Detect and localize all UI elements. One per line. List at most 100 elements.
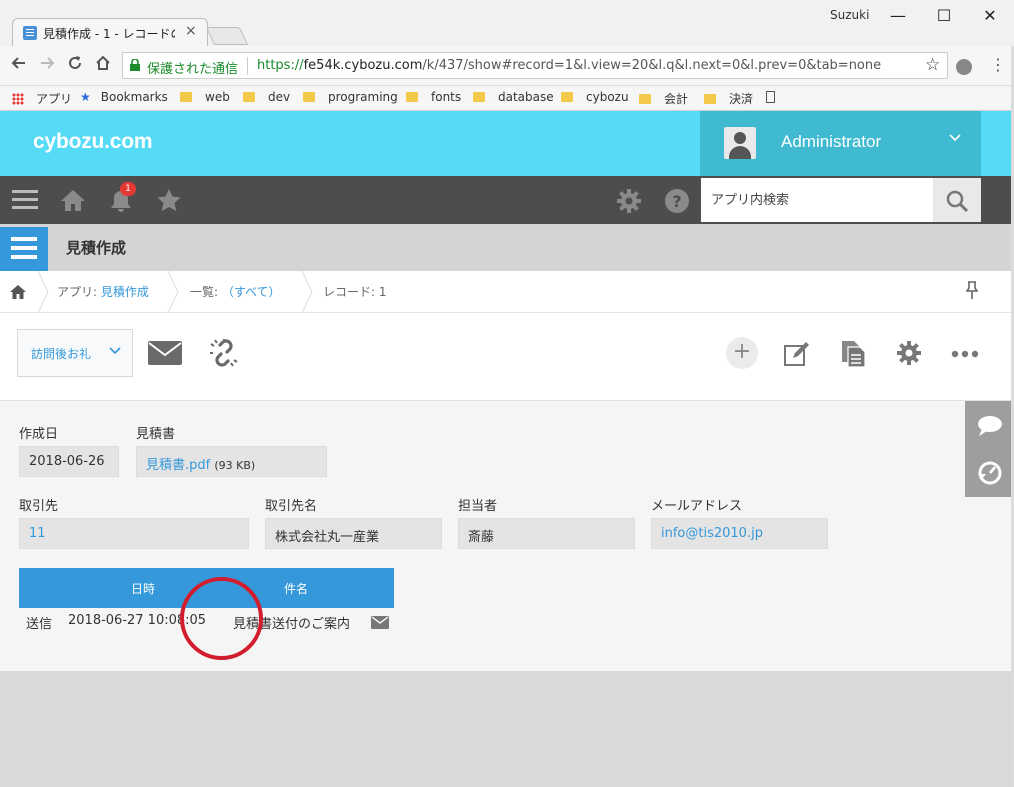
folder-icon bbox=[704, 94, 716, 104]
side-panel-buttons bbox=[965, 401, 1014, 497]
quote-file-size: (93 KB) bbox=[214, 459, 256, 472]
browser-profile-name[interactable]: Suzuki bbox=[830, 8, 869, 22]
url-text: https://fe54k.cybozu.com/k/437/show#reco… bbox=[257, 58, 881, 73]
app-list-icon[interactable] bbox=[0, 227, 48, 271]
svg-text:?: ? bbox=[672, 192, 681, 211]
folder-icon bbox=[180, 92, 192, 102]
person-label: 担当者 bbox=[458, 499, 498, 514]
avatar bbox=[724, 127, 756, 159]
mail-icon[interactable] bbox=[371, 616, 389, 633]
address-divider bbox=[247, 57, 248, 75]
bookmark-fonts[interactable]: fonts bbox=[406, 90, 461, 104]
secure-connection-label: 保護された通信 bbox=[147, 62, 239, 77]
bookmark-bookmarks[interactable]: ★ Bookmarks bbox=[80, 90, 168, 104]
forward-icon[interactable] bbox=[36, 54, 58, 76]
maximize-button[interactable]: ☐ bbox=[924, 4, 964, 28]
app-title[interactable]: 見積作成 bbox=[66, 237, 126, 258]
breadcrumb: アプリ: 見積作成 一覧: （すべて） レコード: 1 bbox=[0, 271, 1014, 313]
template-select-value: 訪問後お礼 bbox=[31, 347, 92, 361]
bookmark-programing[interactable]: programing bbox=[303, 90, 398, 104]
pin-icon[interactable] bbox=[965, 281, 979, 303]
unlink-icon[interactable] bbox=[208, 337, 240, 373]
folder-icon bbox=[303, 92, 315, 102]
client-field: 11 bbox=[19, 518, 249, 549]
folder-icon bbox=[243, 92, 255, 102]
extension-icon[interactable] bbox=[956, 59, 972, 75]
url-path: /k/437/show#record=1&l.view=20&l.q&l.nex… bbox=[422, 58, 882, 73]
page-icon bbox=[766, 91, 775, 103]
quote-file-link[interactable]: 見積書.pdf bbox=[146, 458, 210, 473]
column-header-datetime: 日時 bbox=[131, 582, 156, 596]
mail-icon[interactable] bbox=[148, 341, 182, 369]
menu-icon[interactable] bbox=[12, 190, 38, 210]
bookmarks-bar: アプリ ★ Bookmarks web dev programing fonts … bbox=[0, 86, 1014, 111]
template-select[interactable]: 訪問後お礼 bbox=[17, 329, 133, 377]
highlight-circle bbox=[180, 577, 263, 660]
new-tab-button[interactable] bbox=[205, 27, 249, 45]
browser-toolbar: 保護された通信 https://fe54k.cybozu.com/k/437/s… bbox=[0, 46, 1014, 86]
settings-gear-icon[interactable] bbox=[616, 188, 642, 218]
notification-badge: 1 bbox=[120, 182, 136, 196]
tab-close-icon[interactable]: × bbox=[185, 23, 197, 39]
home-icon[interactable] bbox=[92, 54, 114, 76]
global-navigation-bar: 1 ? bbox=[0, 176, 1014, 224]
bookmark-star-icon[interactable]: ☆ bbox=[925, 55, 940, 75]
close-window-button[interactable]: ✕ bbox=[970, 4, 1010, 28]
help-icon[interactable]: ? bbox=[664, 188, 690, 218]
back-icon[interactable] bbox=[8, 54, 30, 76]
folder-icon bbox=[473, 92, 485, 102]
cybozu-header: cybozu.com Administrator bbox=[0, 111, 1014, 176]
person-value: 斎藤 bbox=[458, 518, 635, 549]
bookmark-web[interactable]: web bbox=[180, 90, 230, 104]
browser-menu-icon[interactable]: ⋮ bbox=[990, 55, 1006, 74]
bookmark-payment[interactable]: 決済 bbox=[704, 90, 753, 107]
column-header-subject: 件名 bbox=[284, 582, 309, 596]
home-icon[interactable] bbox=[60, 188, 86, 216]
email-link[interactable]: info@tis2010.jp bbox=[661, 526, 763, 541]
record-settings-gear-icon[interactable] bbox=[896, 340, 922, 370]
bookmark-dev[interactable]: dev bbox=[243, 90, 290, 104]
search-button[interactable] bbox=[933, 178, 981, 222]
folder-icon bbox=[639, 94, 651, 104]
breadcrumb-home-icon[interactable] bbox=[10, 284, 26, 304]
user-menu[interactable]: Administrator bbox=[700, 111, 981, 176]
chevron-down-icon bbox=[948, 131, 962, 149]
bookmark-page[interactable] bbox=[766, 90, 775, 104]
breadcrumb-separator bbox=[301, 271, 313, 313]
row-status: 送信 bbox=[26, 617, 53, 632]
bookmark-cybozu[interactable]: cybozu bbox=[561, 90, 629, 104]
browser-tab[interactable]: 見積作成 - 1 - レコードの詳 × bbox=[12, 18, 208, 48]
app-search-input[interactable] bbox=[701, 178, 933, 222]
quote-file-field: 見積書.pdf (93 KB) bbox=[136, 446, 327, 477]
address-bar[interactable]: 保護された通信 https://fe54k.cybozu.com/k/437/s… bbox=[122, 52, 948, 79]
reload-icon[interactable] bbox=[64, 54, 86, 76]
edit-icon[interactable] bbox=[784, 341, 810, 371]
favorites-star-icon[interactable] bbox=[156, 188, 182, 216]
more-options-icon[interactable] bbox=[951, 347, 979, 362]
bookmark-accounting[interactable]: 会計 bbox=[639, 90, 688, 107]
add-record-button[interactable]: + bbox=[726, 337, 758, 369]
breadcrumb-app[interactable]: アプリ: 見積作成 bbox=[57, 283, 149, 300]
apps-grid-icon bbox=[12, 93, 24, 105]
cybozu-logo[interactable]: cybozu.com bbox=[33, 130, 153, 154]
url-scheme: https:// bbox=[257, 58, 304, 73]
search-icon bbox=[946, 190, 969, 213]
history-icon[interactable] bbox=[977, 460, 1003, 490]
created-date-label: 作成日 bbox=[19, 427, 59, 442]
minimize-button[interactable]: — bbox=[878, 4, 918, 28]
bookmark-apps[interactable]: アプリ bbox=[12, 90, 72, 107]
app-search-box bbox=[701, 178, 933, 222]
folder-icon bbox=[561, 92, 573, 102]
bookmark-database[interactable]: database bbox=[473, 90, 554, 104]
client-link[interactable]: 11 bbox=[29, 526, 46, 541]
lock-icon bbox=[130, 59, 140, 71]
app-title-bar: 見積作成 bbox=[0, 224, 1014, 271]
chevron-down-icon bbox=[108, 344, 122, 362]
copy-record-icon[interactable] bbox=[840, 340, 866, 372]
client-name-value: 株式会社丸一産業 bbox=[265, 518, 442, 549]
comment-icon[interactable] bbox=[977, 415, 1003, 441]
user-name: Administrator bbox=[781, 132, 882, 151]
breadcrumb-list[interactable]: 一覧: （すべて） bbox=[190, 283, 281, 300]
page-footer-area bbox=[0, 671, 1014, 787]
url-host: fe54k.cybozu.com bbox=[303, 58, 423, 73]
